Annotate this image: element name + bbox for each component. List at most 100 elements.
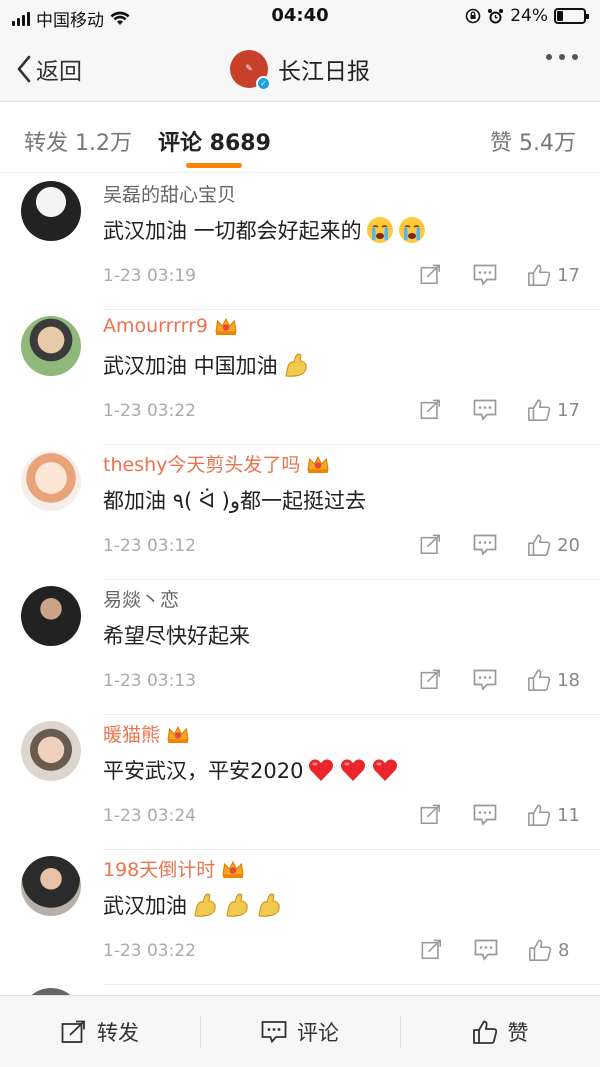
vip-crown-icon bbox=[221, 859, 245, 879]
thumbs-up-icon[interactable] bbox=[527, 263, 551, 287]
comment-timestamp: 1-23 03:13 bbox=[103, 671, 196, 691]
tab-like[interactable]: 赞 5.4万 bbox=[490, 125, 576, 157]
share-icon[interactable] bbox=[420, 938, 444, 962]
account-name: 长江日报 bbox=[278, 59, 370, 85]
comment-text: 平安武汉，平安2020 bbox=[103, 755, 399, 785]
tab-bar: 转发 1.2万 评论 8689 赞 5.4万 bbox=[0, 103, 600, 173]
comment-text: 希望尽快好起来 bbox=[103, 620, 250, 650]
heart-emoji bbox=[307, 756, 335, 784]
status-bar: 中国移动 04:40 24% bbox=[0, 0, 600, 34]
like-count: 17 bbox=[557, 399, 580, 421]
author-name: 吴磊的甜心宝贝 bbox=[103, 184, 237, 206]
comment-actions: 8 bbox=[390, 938, 580, 962]
avatar[interactable] bbox=[21, 721, 81, 781]
comment-author[interactable]: Amourrrrr9 bbox=[103, 315, 238, 337]
share-icon[interactable] bbox=[419, 803, 443, 827]
comment-author[interactable]: 吴磊的甜心宝贝 bbox=[103, 180, 236, 207]
avatar[interactable] bbox=[21, 586, 81, 646]
author-name: Amourrrrr9 bbox=[103, 315, 208, 337]
comment-author[interactable]: 易燚丶恋 bbox=[103, 585, 179, 612]
comment-button[interactable]: 评论 bbox=[200, 996, 400, 1067]
vip-crown-icon bbox=[214, 316, 238, 336]
thumbs-up-icon[interactable] bbox=[527, 398, 551, 422]
account-logo: ✎ ✓ bbox=[230, 50, 271, 91]
orientation-lock-icon bbox=[465, 8, 481, 24]
like-button[interactable]: 赞 bbox=[400, 996, 600, 1067]
comment-actions: 17 bbox=[389, 263, 580, 287]
comment-timestamp: 1-23 03:12 bbox=[103, 536, 196, 556]
status-right: 24% bbox=[465, 6, 589, 26]
comment-timestamp: 1-23 03:19 bbox=[103, 266, 196, 286]
comment-icon bbox=[261, 1021, 287, 1044]
nav-title[interactable]: ✎ ✓ 长江日报 bbox=[0, 50, 600, 91]
battery-icon bbox=[554, 8, 589, 24]
comment-item[interactable]: Amourrrrr9 武汉加油 中国加油 1-23 03:22 17 bbox=[0, 310, 600, 445]
share-icon[interactable] bbox=[419, 398, 443, 422]
comment-label: 评论 bbox=[297, 1021, 339, 1045]
avatar[interactable] bbox=[21, 316, 81, 376]
avatar[interactable] bbox=[21, 181, 81, 241]
crying-emoji bbox=[398, 216, 426, 244]
strong-arm-emoji bbox=[191, 891, 219, 919]
reply-icon[interactable] bbox=[473, 263, 497, 287]
comment-text: 都加油 ٩( ᐛ )و都一起挺过去 bbox=[103, 485, 366, 515]
share-icon[interactable] bbox=[419, 263, 443, 287]
comment-item[interactable]: 易燚丶恋 希望尽快好起来 1-23 03:13 18 bbox=[0, 580, 600, 715]
strong-arm-emoji bbox=[282, 351, 310, 379]
tab-repost[interactable]: 转发 1.2万 bbox=[24, 125, 132, 157]
like-count: 17 bbox=[557, 264, 580, 286]
thumbs-up-icon[interactable] bbox=[528, 938, 552, 962]
comment-body: 平安武汉，平安2020 bbox=[103, 759, 304, 783]
reply-icon[interactable] bbox=[474, 938, 498, 962]
avatar[interactable] bbox=[21, 856, 81, 916]
share-icon[interactable] bbox=[419, 533, 443, 557]
like-count: 8 bbox=[558, 939, 570, 961]
comment-author[interactable]: 198天倒计时 bbox=[103, 855, 245, 882]
comment-author[interactable]: theshy今天剪头发了吗 bbox=[103, 450, 330, 477]
thumbs-up-icon[interactable] bbox=[527, 668, 551, 692]
vip-crown-icon bbox=[166, 724, 190, 744]
reply-icon[interactable] bbox=[473, 803, 497, 827]
comment-item[interactable]: theshy今天剪头发了吗 都加油 ٩( ᐛ )و都一起挺过去 1-23 03:… bbox=[0, 445, 600, 580]
repost-icon bbox=[61, 1020, 85, 1043]
comment-text: 武汉加油 中国加油 bbox=[103, 350, 310, 380]
comment-item[interactable]: 198天倒计时 武汉加油 1-23 03:22 8 bbox=[0, 850, 600, 985]
comment-timestamp: 1-23 03:24 bbox=[103, 806, 196, 826]
thumbs-up-icon[interactable] bbox=[527, 803, 551, 827]
author-name: 198天倒计时 bbox=[103, 859, 216, 881]
divider bbox=[103, 984, 600, 985]
comment-actions: 18 bbox=[389, 668, 580, 692]
share-icon[interactable] bbox=[419, 668, 443, 692]
crying-emoji bbox=[366, 216, 394, 244]
comment-item[interactable]: 暖猫熊 平安武汉，平安2020 1-23 03:24 11 bbox=[0, 715, 600, 850]
author-name: theshy今天剪头发了吗 bbox=[103, 454, 301, 476]
comment-timestamp: 1-23 03:22 bbox=[103, 401, 196, 421]
logo-calligraphy: ✎ bbox=[245, 64, 253, 74]
repost-label: 转发 bbox=[97, 1021, 139, 1045]
like-count: 11 bbox=[557, 804, 580, 826]
heart-emoji bbox=[371, 756, 399, 784]
thumbs-up-icon[interactable] bbox=[527, 533, 551, 557]
more-options-icon[interactable] bbox=[546, 54, 578, 60]
comment-timestamp: 1-23 03:22 bbox=[103, 941, 196, 961]
comment-body: 希望尽快好起来 bbox=[103, 624, 250, 648]
comment-author[interactable]: 暖猫熊 bbox=[103, 720, 190, 747]
reply-icon[interactable] bbox=[473, 668, 497, 692]
author-name: 易燚丶恋 bbox=[103, 589, 180, 611]
comment-actions: 20 bbox=[389, 533, 580, 557]
alarm-icon bbox=[488, 8, 504, 23]
tab-comment[interactable]: 评论 8689 bbox=[158, 125, 271, 157]
like-label: 赞 bbox=[507, 1021, 529, 1045]
reply-icon[interactable] bbox=[473, 398, 497, 422]
comment-item[interactable]: 吴磊的甜心宝贝 武汉加油 一切都会好起来的 1-23 03:19 17 bbox=[0, 175, 600, 310]
bottom-action-bar: 转发 评论 赞 bbox=[0, 995, 600, 1067]
reply-icon[interactable] bbox=[473, 533, 497, 557]
thumbs-up-icon bbox=[472, 1020, 497, 1044]
comment-body: 武汉加油 中国加油 bbox=[103, 354, 278, 378]
comment-actions: 17 bbox=[389, 398, 580, 422]
comment-body: 武汉加油 bbox=[103, 894, 187, 918]
battery-percent: 24% bbox=[510, 6, 548, 26]
repost-button[interactable]: 转发 bbox=[0, 996, 200, 1067]
comment-actions: 11 bbox=[389, 803, 580, 827]
avatar[interactable] bbox=[21, 451, 81, 511]
